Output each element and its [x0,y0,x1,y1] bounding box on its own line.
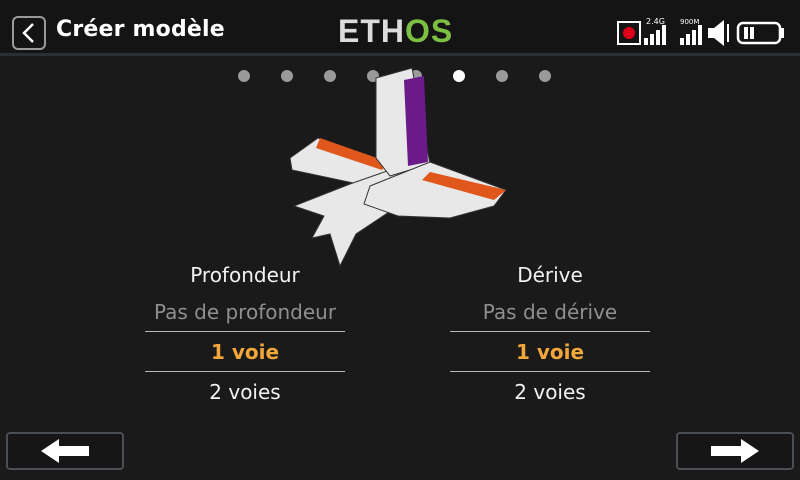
elevator-heading: Profondeur [190,263,300,287]
next-button[interactable] [676,432,794,470]
elevator-column: Profondeur Pas de profondeur 1 voie 2 vo… [145,258,345,412]
page-dot [238,70,250,82]
arrow-right-icon [711,439,759,463]
chevron-left-icon [22,23,34,43]
rudder-heading: Dérive [517,263,583,287]
top-bar: Créer modèle ETHOS 2.4G 900M [0,0,800,56]
rudder-option-2ch[interactable]: 2 voies [450,372,650,412]
logo-text-os: OS [405,13,454,49]
ethos-logo: ETHOS [338,14,453,48]
signal-24-label: 2.4G [646,17,665,26]
rudder-column: Dérive Pas de dérive 1 voie 2 voies [450,258,650,412]
signal-900-label: 900M [680,18,699,26]
signal-900-icon: 900M [680,18,702,45]
back-button[interactable] [12,16,46,50]
rudder-option-none[interactable]: Pas de dérive [450,292,650,332]
status-icons: 2.4G 900M [612,14,792,50]
speaker-icon [708,20,729,46]
airplane-tail-illustration [289,67,507,268]
page-dot [539,70,551,82]
previous-button[interactable] [6,432,124,470]
vertical-fin [375,67,431,177]
elevator-option-none[interactable]: Pas de profondeur [145,292,345,332]
page-title: Créer modèle [56,17,225,42]
rudder-option-1ch[interactable]: 1 voie [450,332,650,372]
signal-24-icon: 2.4G [644,17,666,45]
battery-icon [736,21,784,45]
elevator-option-1ch[interactable]: 1 voie [145,332,345,372]
elevator-option-2ch[interactable]: 2 voies [145,372,345,412]
record-icon [617,21,641,45]
arrow-left-icon [41,439,89,463]
logo-text-eth: ETH [338,13,405,49]
